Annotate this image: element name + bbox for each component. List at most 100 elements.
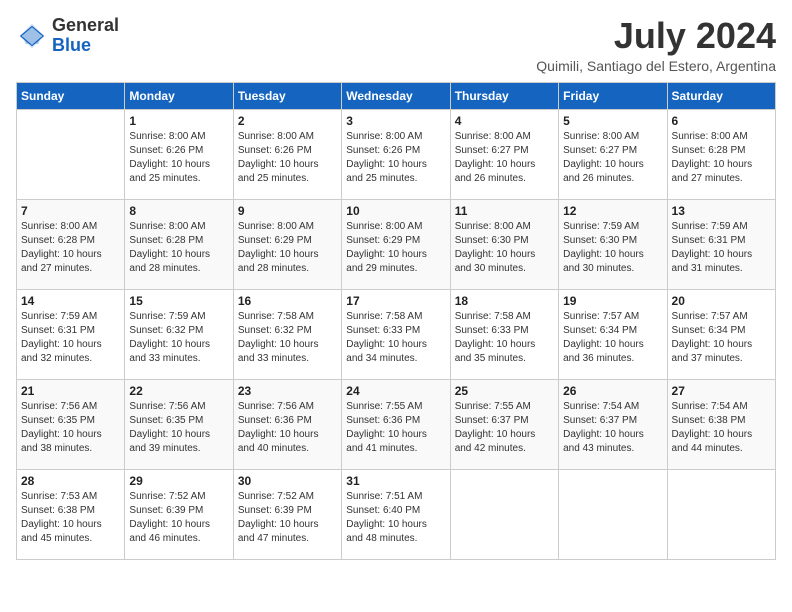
day-info: Sunrise: 7:59 AMSunset: 6:31 PMDaylight:… [672,220,771,276]
calendar-cell: 31 Sunrise: 7:51 AMSunset: 6:40 PMDayligh… [342,469,450,559]
month-year-title: July 2024 [536,16,776,56]
calendar-cell: 5 Sunrise: 8:00 AMSunset: 6:27 PMDaylight… [559,109,667,199]
day-info: Sunrise: 7:57 AMSunset: 6:34 PMDaylight:… [672,310,771,366]
day-info: Sunrise: 7:59 AMSunset: 6:32 PMDaylight:… [129,310,228,366]
calendar-cell: 30 Sunrise: 7:52 AMSunset: 6:39 PMDayligh… [233,469,341,559]
header-day-thursday: Thursday [450,82,558,109]
day-info: Sunrise: 7:54 AMSunset: 6:38 PMDaylight:… [672,400,771,456]
day-number: 24 [346,384,445,398]
day-info: Sunrise: 8:00 AMSunset: 6:26 PMDaylight:… [346,130,445,186]
day-info: Sunrise: 7:55 AMSunset: 6:36 PMDaylight:… [346,400,445,456]
calendar-cell: 24 Sunrise: 7:55 AMSunset: 6:36 PMDayligh… [342,379,450,469]
day-number: 22 [129,384,228,398]
location-subtitle: Quimili, Santiago del Estero, Argentina [536,58,776,74]
calendar-cell: 1Sunrise: 8:00 AMSunset: 6:26 PMDaylight… [125,109,233,199]
calendar-cell: 13 Sunrise: 7:59 AMSunset: 6:31 PMDayligh… [667,199,775,289]
calendar-cell: 22 Sunrise: 7:56 AMSunset: 6:35 PMDayligh… [125,379,233,469]
calendar-cell: 16 Sunrise: 7:58 AMSunset: 6:32 PMDayligh… [233,289,341,379]
day-number: 28 [21,474,120,488]
calendar-cell: 6 Sunrise: 8:00 AMSunset: 6:28 PMDaylight… [667,109,775,199]
calendar-cell: 25 Sunrise: 7:55 AMSunset: 6:37 PMDayligh… [450,379,558,469]
day-number: 2 [238,114,337,128]
day-number: 6 [672,114,771,128]
day-number: 30 [238,474,337,488]
calendar-cell [450,469,558,559]
day-info: Sunrise: 8:00 AMSunset: 6:26 PMDaylight:… [129,130,228,186]
week-row-3: 14Sunrise: 7:59 AMSunset: 6:31 PMDayligh… [17,289,776,379]
logo-blue-text: Blue [52,35,91,55]
day-number: 17 [346,294,445,308]
day-number: 18 [455,294,554,308]
day-number: 5 [563,114,662,128]
title-block: July 2024 Quimili, Santiago del Estero, … [536,16,776,74]
calendar-cell [559,469,667,559]
header-day-sunday: Sunday [17,82,125,109]
day-number: 21 [21,384,120,398]
day-number: 31 [346,474,445,488]
calendar-cell: 9 Sunrise: 8:00 AMSunset: 6:29 PMDaylight… [233,199,341,289]
calendar-cell: 17 Sunrise: 7:58 AMSunset: 6:33 PMDayligh… [342,289,450,379]
day-info: Sunrise: 7:51 AMSunset: 6:40 PMDaylight:… [346,490,445,546]
day-info: Sunrise: 7:55 AMSunset: 6:37 PMDaylight:… [455,400,554,456]
day-number: 15 [129,294,228,308]
page-header: General Blue July 2024 Quimili, Santiago… [16,16,776,74]
header-day-tuesday: Tuesday [233,82,341,109]
day-number: 16 [238,294,337,308]
calendar-cell: 2 Sunrise: 8:00 AMSunset: 6:26 PMDaylight… [233,109,341,199]
day-info: Sunrise: 8:00 AMSunset: 6:29 PMDaylight:… [238,220,337,276]
day-number: 13 [672,204,771,218]
calendar-cell: 19 Sunrise: 7:57 AMSunset: 6:34 PMDayligh… [559,289,667,379]
header-row: SundayMondayTuesdayWednesdayThursdayFrid… [17,82,776,109]
day-number: 9 [238,204,337,218]
calendar-cell [17,109,125,199]
calendar-body: 1Sunrise: 8:00 AMSunset: 6:26 PMDaylight… [17,109,776,559]
calendar-cell: 27Sunrise: 7:54 AMSunset: 6:38 PMDayligh… [667,379,775,469]
day-info: Sunrise: 7:52 AMSunset: 6:39 PMDaylight:… [238,490,337,546]
day-number: 4 [455,114,554,128]
day-info: Sunrise: 7:56 AMSunset: 6:36 PMDaylight:… [238,400,337,456]
day-info: Sunrise: 8:00 AMSunset: 6:28 PMDaylight:… [21,220,120,276]
day-number: 14 [21,294,120,308]
calendar-cell: 21 Sunrise: 7:56 AMSunset: 6:35 PMDayligh… [17,379,125,469]
calendar-cell: 20 Sunrise: 7:57 AMSunset: 6:34 PMDayligh… [667,289,775,379]
day-info: Sunrise: 8:00 AMSunset: 6:28 PMDaylight:… [672,130,771,186]
day-info: Sunrise: 7:57 AMSunset: 6:34 PMDaylight:… [563,310,662,366]
day-info: Sunrise: 8:00 AMSunset: 6:27 PMDaylight:… [563,130,662,186]
calendar-cell: 29Sunrise: 7:52 AMSunset: 6:39 PMDayligh… [125,469,233,559]
calendar-cell: 8Sunrise: 8:00 AMSunset: 6:28 PMDaylight… [125,199,233,289]
day-info: Sunrise: 7:54 AMSunset: 6:37 PMDaylight:… [563,400,662,456]
calendar-cell: 7 Sunrise: 8:00 AMSunset: 6:28 PMDaylight… [17,199,125,289]
header-day-monday: Monday [125,82,233,109]
logo-general-text: General [52,15,119,35]
day-info: Sunrise: 8:00 AMSunset: 6:26 PMDaylight:… [238,130,337,186]
day-number: 23 [238,384,337,398]
day-info: Sunrise: 8:00 AMSunset: 6:27 PMDaylight:… [455,130,554,186]
logo-icon [16,20,48,52]
day-info: Sunrise: 8:00 AMSunset: 6:28 PMDaylight:… [129,220,228,276]
day-number: 12 [563,204,662,218]
day-number: 26 [563,384,662,398]
calendar-cell: 11 Sunrise: 8:00 AMSunset: 6:30 PMDayligh… [450,199,558,289]
day-info: Sunrise: 7:58 AMSunset: 6:32 PMDaylight:… [238,310,337,366]
day-number: 3 [346,114,445,128]
calendar-cell: 12Sunrise: 7:59 AMSunset: 6:30 PMDayligh… [559,199,667,289]
day-info: Sunrise: 7:56 AMSunset: 6:35 PMDaylight:… [21,400,120,456]
day-info: Sunrise: 8:00 AMSunset: 6:30 PMDaylight:… [455,220,554,276]
calendar-cell: 28Sunrise: 7:53 AMSunset: 6:38 PMDayligh… [17,469,125,559]
day-number: 11 [455,204,554,218]
week-row-1: 1Sunrise: 8:00 AMSunset: 6:26 PMDaylight… [17,109,776,199]
header-day-friday: Friday [559,82,667,109]
calendar-cell: 26 Sunrise: 7:54 AMSunset: 6:37 PMDayligh… [559,379,667,469]
day-info: Sunrise: 7:58 AMSunset: 6:33 PMDaylight:… [346,310,445,366]
day-number: 25 [455,384,554,398]
day-number: 19 [563,294,662,308]
header-day-saturday: Saturday [667,82,775,109]
calendar-cell: 14Sunrise: 7:59 AMSunset: 6:31 PMDayligh… [17,289,125,379]
calendar-cell: 18 Sunrise: 7:58 AMSunset: 6:33 PMDayligh… [450,289,558,379]
day-number: 20 [672,294,771,308]
day-number: 7 [21,204,120,218]
week-row-5: 28Sunrise: 7:53 AMSunset: 6:38 PMDayligh… [17,469,776,559]
calendar-cell: 15 Sunrise: 7:59 AMSunset: 6:32 PMDayligh… [125,289,233,379]
day-info: Sunrise: 7:56 AMSunset: 6:35 PMDaylight:… [129,400,228,456]
day-info: Sunrise: 7:58 AMSunset: 6:33 PMDaylight:… [455,310,554,366]
